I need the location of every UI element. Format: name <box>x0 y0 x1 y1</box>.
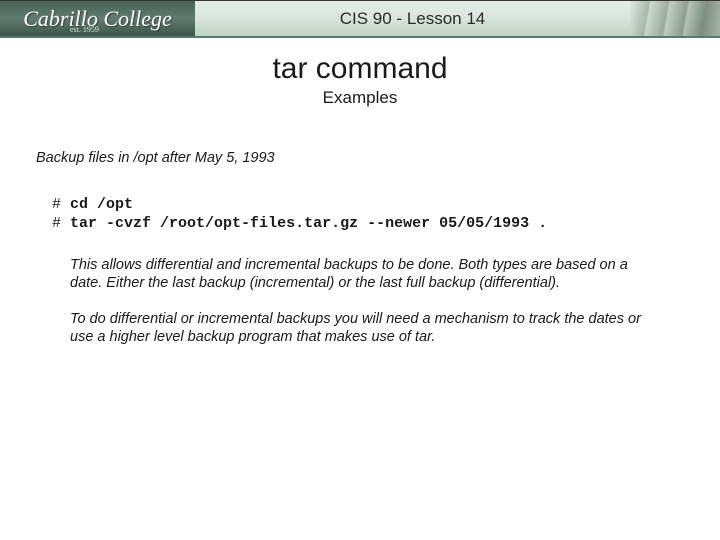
page-title: tar command <box>0 52 720 86</box>
command-line-1: # cd /opt <box>52 196 684 215</box>
explanation-block: This allows differential and incremental… <box>70 256 654 347</box>
paragraph-2: To do differential or incremental backup… <box>70 310 654 346</box>
college-logo: Cabrillo College est. 1959 <box>0 1 195 36</box>
command-text: cd /opt <box>70 196 133 213</box>
page-subtitle: Examples <box>0 88 720 108</box>
command-text: tar -cvzf /root/opt-files.tar.gz --newer… <box>70 215 547 232</box>
paragraph-1: This allows differential and incremental… <box>70 256 654 292</box>
command-line-2: # tar -cvzf /root/opt-files.tar.gz --new… <box>52 215 684 234</box>
slide-header: Cabrillo College est. 1959 CIS 90 - Less… <box>0 0 720 38</box>
content-area: Backup files in /opt after May 5, 1993 #… <box>0 150 720 346</box>
command-block: # cd /opt # tar -cvzf /root/opt-files.ta… <box>52 196 684 234</box>
prompt: # <box>52 196 61 213</box>
prompt: # <box>52 215 61 232</box>
header-photo <box>630 1 720 36</box>
logo-est: est. 1959 <box>70 25 99 34</box>
description-text: Backup files in /opt after May 5, 1993 <box>36 150 684 166</box>
